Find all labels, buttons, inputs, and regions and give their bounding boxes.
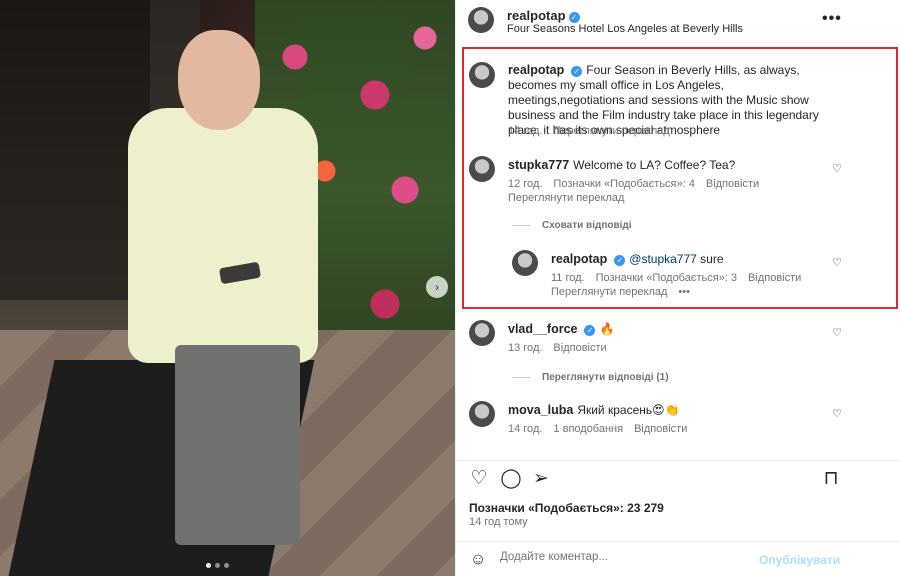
reply-more-icon[interactable]: ••• — [678, 286, 690, 298]
carousel-dot — [224, 563, 229, 568]
reply-item: realpotap ✓ @stupka777 sure ♡ 11 год. Позна… — [456, 248, 900, 308]
emoji-icon[interactable]: ☺ — [468, 550, 488, 570]
caption-username[interactable]: realpotap — [508, 63, 564, 77]
reply-reply-link[interactable]: Відповісти — [748, 272, 801, 284]
caption-translate-link[interactable]: Переглянути переклад — [553, 125, 669, 137]
photo-person-head — [178, 30, 260, 130]
comment-reply-link[interactable]: Відповісти — [553, 342, 606, 354]
verified-icon: ✓ — [584, 325, 596, 336]
post-header: realpotap ✓ Four Seasons Hotel Los Angele… — [456, 0, 900, 42]
carousel-dots — [206, 563, 229, 568]
view-replies-label: Переглянути відповіді (1) — [542, 372, 669, 383]
reply-username[interactable]: realpotap — [551, 252, 607, 266]
actions-divider — [456, 460, 900, 461]
heart-icon[interactable]: ♡ — [831, 326, 843, 339]
comment-text: Welcome to LA? Coffee? Tea? — [573, 158, 736, 172]
heart-icon[interactable]: ♡ — [831, 162, 843, 175]
reply-avatar[interactable] — [512, 250, 538, 276]
comment-item: vlad__force ✓ 🔥 ♡ 13 год. Відповісти — [456, 318, 900, 358]
photo-person-pants — [175, 345, 300, 545]
comment-likes-link[interactable]: Позначки «Подобається»: 4 — [553, 178, 694, 190]
post-photo[interactable]: › — [0, 0, 455, 576]
caption-time: 14 год. — [508, 125, 543, 137]
thread-dash — [512, 376, 530, 378]
author-username-wrap: realpotap ✓ — [507, 8, 580, 23]
bookmark-icon[interactable]: ⊓ — [820, 468, 842, 490]
action-bar: ♡ ◯ ➢ ⊓ — [468, 468, 893, 492]
author-avatar[interactable] — [468, 7, 494, 33]
comment-text-block: mova_luba Який красень😍👏 — [508, 403, 828, 418]
chevron-right-icon[interactable]: › — [426, 276, 448, 298]
reply-mention[interactable]: @stupka777 — [629, 252, 697, 266]
comment-item: stupka777 Welcome to LA? Coffee? Tea? ♡ 1… — [456, 154, 900, 214]
post-sidebar: realpotap ✓ Four Seasons Hotel Los Angele… — [455, 0, 900, 576]
carousel-dot-active — [206, 563, 211, 568]
post-time: 14 год тому — [469, 516, 528, 528]
carousel-dot — [215, 563, 220, 568]
hide-replies-button[interactable]: Сховати відповіді — [512, 220, 632, 231]
comment-username[interactable]: stupka777 — [508, 158, 569, 172]
comment-translate-link[interactable]: Переглянути переклад — [508, 192, 624, 204]
comment-reply-link[interactable]: Відповісти — [706, 178, 759, 190]
caption-meta: 14 год. Переглянути переклад — [508, 125, 681, 137]
author-username[interactable]: realpotap — [507, 8, 566, 23]
comment-meta: 12 год. Позначки «Подобається»: 4 Відповіс… — [508, 178, 770, 190]
comment-composer: ☺ Опублікувати — [456, 542, 900, 576]
comment-time: 12 год. — [508, 178, 543, 190]
hide-replies-label: Сховати відповіді — [542, 220, 632, 231]
caption-avatar[interactable] — [469, 62, 495, 88]
verified-icon: ✓ — [571, 66, 583, 77]
reply-translate-row: Переглянути переклад ••• — [551, 286, 701, 298]
comment-reply-link[interactable]: Відповісти — [634, 423, 687, 435]
comment-text: Який красень😍👏 — [577, 403, 680, 417]
reply-translate-link[interactable]: Переглянути переклад — [551, 286, 667, 298]
comments-list: realpotap ✓ Four Season in Beverly Hills, … — [456, 42, 900, 460]
send-icon[interactable]: ➢ — [530, 468, 552, 490]
reply-time: 11 год. — [551, 272, 585, 284]
comment-translate-row: Переглянути переклад — [508, 192, 635, 204]
reply-text-block: realpotap ✓ @stupka777 sure — [551, 252, 831, 267]
comment-time: 14 год. — [508, 423, 543, 435]
thread-dash — [512, 224, 530, 226]
view-replies-button[interactable]: Переглянути відповіді (1) — [512, 372, 669, 383]
comment-item: mova_luba Який красень😍👏 ♡ 14 год. 1 вподо… — [456, 399, 900, 439]
heart-icon[interactable]: ♡ — [468, 468, 490, 490]
comment-meta: 14 год. 1 вподобання Відповісти — [508, 423, 698, 435]
more-horizontal-icon[interactable]: ••• — [822, 10, 842, 28]
heart-icon[interactable]: ♡ — [831, 407, 843, 420]
comment-avatar[interactable] — [469, 156, 495, 182]
post-location[interactable]: Four Seasons Hotel Los Angeles at Beverl… — [507, 23, 743, 35]
reply-meta: 11 год. Позначки «Подобається»: 3 Відповіс… — [551, 272, 812, 284]
comment-text-block: stupka777 Welcome to LA? Coffee? Tea? — [508, 158, 828, 173]
heart-icon[interactable]: ♡ — [831, 256, 843, 269]
comment-avatar[interactable] — [469, 401, 495, 427]
photo-person-sweater — [128, 108, 318, 363]
comment-icon[interactable]: ◯ — [500, 468, 522, 490]
reply-likes-link[interactable]: Позначки «Подобається»: 3 — [596, 272, 737, 284]
comment-text: 🔥 — [599, 322, 615, 336]
verified-icon: ✓ — [614, 255, 626, 266]
comment-text-block: vlad__force ✓ 🔥 — [508, 322, 828, 337]
comment-input[interactable] — [500, 551, 750, 563]
verified-icon: ✓ — [568, 12, 580, 23]
reply-text: sure — [700, 252, 724, 266]
publish-button[interactable]: Опублікувати — [759, 553, 840, 567]
likes-count[interactable]: Позначки «Подобається»: 23 279 — [469, 501, 664, 515]
comment-time: 13 год. — [508, 342, 543, 354]
comment-meta: 13 год. Відповісти — [508, 342, 618, 354]
comment-username[interactable]: vlad__force — [508, 322, 577, 336]
comment-username[interactable]: mova_luba — [508, 403, 573, 417]
caption: realpotap ✓ Four Season in Beverly Hills, … — [456, 42, 900, 142]
comment-avatar[interactable] — [469, 320, 495, 346]
comment-likes-link[interactable]: 1 вподобання — [553, 423, 623, 435]
